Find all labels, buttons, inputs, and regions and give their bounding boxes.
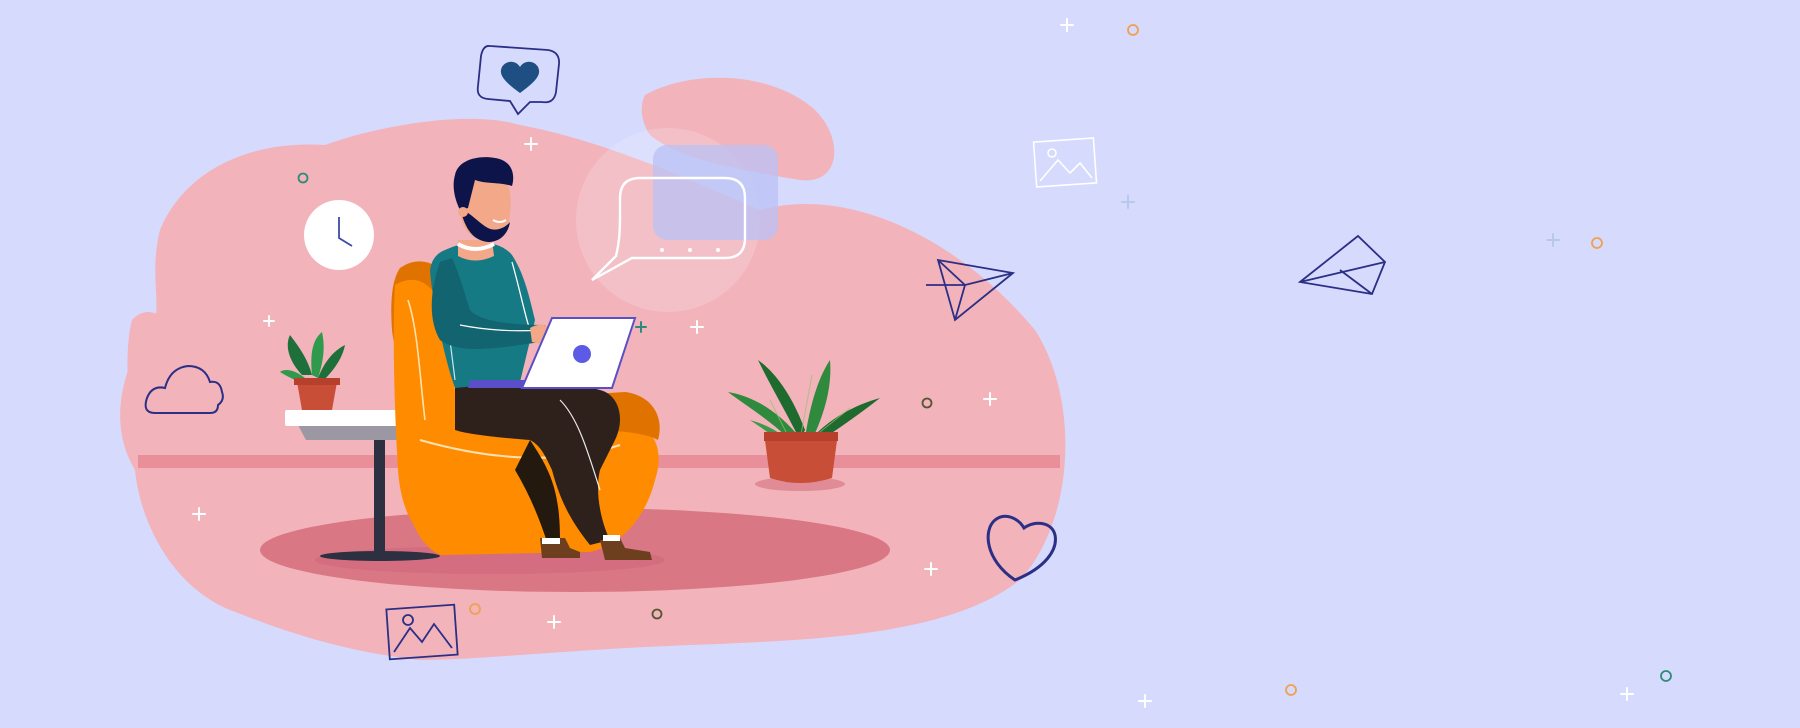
clock-icon: [304, 200, 374, 270]
glass-panel: [653, 145, 778, 240]
illustration-scene: [0, 0, 1800, 728]
